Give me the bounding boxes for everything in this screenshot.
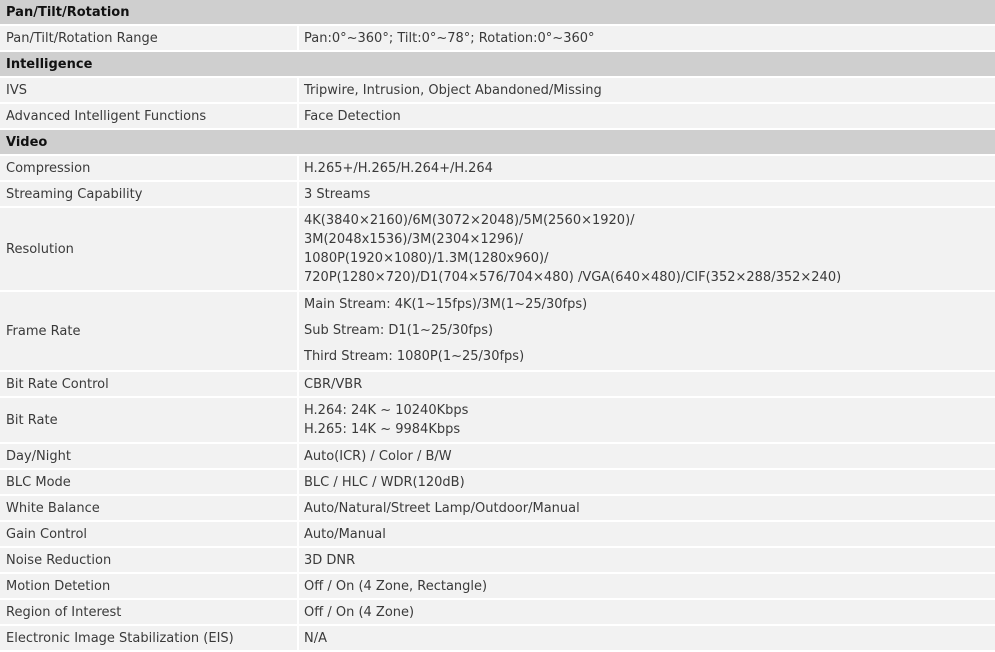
spec-value: Off / On (4 Zone, Rectangle) xyxy=(298,573,995,600)
spec-value: Auto/Manual xyxy=(298,521,995,548)
spec-label: Electronic Image Stabilization (EIS) xyxy=(0,625,299,652)
spec-label: Motion Detetion xyxy=(0,573,299,600)
section-title: Pan/Tilt/Rotation xyxy=(0,0,995,26)
spec-label: Bit Rate xyxy=(0,397,299,444)
spec-value: 3D DNR xyxy=(298,547,995,574)
spec-value: Tripwire, Intrusion, Object Abandoned/Mi… xyxy=(298,77,995,104)
spec-table: Pan/Tilt/Rotation Pan/Tilt/Rotation Rang… xyxy=(0,0,995,652)
spec-label: Day/Night xyxy=(0,443,299,470)
spec-label: Region of Interest xyxy=(0,599,299,626)
spec-label: IVS xyxy=(0,77,299,104)
spec-row-noise-reduction: Noise Reduction 3D DNR xyxy=(0,547,995,574)
section-title: Intelligence xyxy=(0,51,995,78)
spec-label: Compression xyxy=(0,155,299,182)
section-title: Video xyxy=(0,129,995,156)
spec-label: Gain Control xyxy=(0,521,299,548)
spec-label: Noise Reduction xyxy=(0,547,299,574)
frame-rate-line: Third Stream: 1080P(1~25/30fps) xyxy=(304,349,525,364)
spec-value: CBR/VBR xyxy=(298,371,995,398)
spec-value: N/A xyxy=(298,625,995,652)
spec-row-frame-rate: Frame Rate Main Stream: 4K(1~15fps)/3M(1… xyxy=(0,291,995,372)
spec-row-blc-mode: BLC Mode BLC / HLC / WDR(120dB) xyxy=(0,469,995,496)
resolution-line: 4K(3840×2160)/6M(3072×2048)/5M(2560×1920… xyxy=(304,213,635,228)
spec-value: H.265+/H.265/H.264+/H.264 xyxy=(298,155,995,182)
spec-row-gain-control: Gain Control Auto/Manual xyxy=(0,521,995,548)
spec-row-ivs: IVS Tripwire, Intrusion, Object Abandone… xyxy=(0,77,995,104)
spec-label: Pan/Tilt/Rotation Range xyxy=(0,25,299,52)
spec-label: Bit Rate Control xyxy=(0,371,299,398)
spec-row-bit-rate: Bit Rate H.264: 24K ~ 10240Kbps H.265: 1… xyxy=(0,397,995,444)
spec-value: Main Stream: 4K(1~15fps)/3M(1~25/30fps) … xyxy=(298,291,995,372)
spec-label: Frame Rate xyxy=(0,291,299,372)
spec-row-resolution: Resolution 4K(3840×2160)/6M(3072×2048)/5… xyxy=(0,207,995,292)
spec-value: Off / On (4 Zone) xyxy=(298,599,995,626)
spec-label: BLC Mode xyxy=(0,469,299,496)
spec-value: H.264: 24K ~ 10240Kbps H.265: 14K ~ 9984… xyxy=(298,397,995,444)
spec-row-eis: Electronic Image Stabilization (EIS) N/A xyxy=(0,625,995,652)
resolution-line: 1080P(1920×1080)/1.3M(1280x960)/ xyxy=(304,251,549,266)
bit-rate-line: H.265: 14K ~ 9984Kbps xyxy=(304,422,461,437)
spec-row-compression: Compression H.265+/H.265/H.264+/H.264 xyxy=(0,155,995,182)
spec-row-advanced-intelligent-functions: Advanced Intelligent Functions Face Dete… xyxy=(0,103,995,130)
frame-rate-line: Sub Stream: D1(1~25/30fps) xyxy=(304,323,494,338)
spec-row-motion-detection: Motion Detetion Off / On (4 Zone, Rectan… xyxy=(0,573,995,600)
spec-label: Resolution xyxy=(0,207,299,292)
resolution-line: 720P(1280×720)/D1(704×576/704×480) /VGA(… xyxy=(304,270,842,285)
frame-rate-line: Main Stream: 4K(1~15fps)/3M(1~25/30fps) xyxy=(304,297,588,312)
section-header-intelligence: Intelligence xyxy=(0,51,995,78)
spec-row-bit-rate-control: Bit Rate Control CBR/VBR xyxy=(0,371,995,398)
spec-value: Face Detection xyxy=(298,103,995,130)
spec-value: Pan:0°~360°; Tilt:0°~78°; Rotation:0°~36… xyxy=(298,25,995,52)
section-header-video: Video xyxy=(0,129,995,156)
spec-row-streaming-capability: Streaming Capability 3 Streams xyxy=(0,181,995,208)
spec-label: White Balance xyxy=(0,495,299,522)
spec-row-day-night: Day/Night Auto(ICR) / Color / B/W xyxy=(0,443,995,470)
spec-value: 4K(3840×2160)/6M(3072×2048)/5M(2560×1920… xyxy=(298,207,995,292)
spec-label: Streaming Capability xyxy=(0,181,299,208)
section-header-pan-tilt-rotation: Pan/Tilt/Rotation xyxy=(0,0,995,26)
spec-row-pan-tilt-rotation-range: Pan/Tilt/Rotation Range Pan:0°~360°; Til… xyxy=(0,25,995,52)
spec-label: Advanced Intelligent Functions xyxy=(0,103,299,130)
spec-value: 3 Streams xyxy=(298,181,995,208)
spec-value: Auto(ICR) / Color / B/W xyxy=(298,443,995,470)
spec-value: BLC / HLC / WDR(120dB) xyxy=(298,469,995,496)
bit-rate-line: H.264: 24K ~ 10240Kbps xyxy=(304,403,469,418)
spec-row-region-of-interest: Region of Interest Off / On (4 Zone) xyxy=(0,599,995,626)
spec-row-white-balance: White Balance Auto/Natural/Street Lamp/O… xyxy=(0,495,995,522)
spec-value: Auto/Natural/Street Lamp/Outdoor/Manual xyxy=(298,495,995,522)
resolution-line: 3M(2048x1536)/3M(2304×1296)/ xyxy=(304,232,523,247)
